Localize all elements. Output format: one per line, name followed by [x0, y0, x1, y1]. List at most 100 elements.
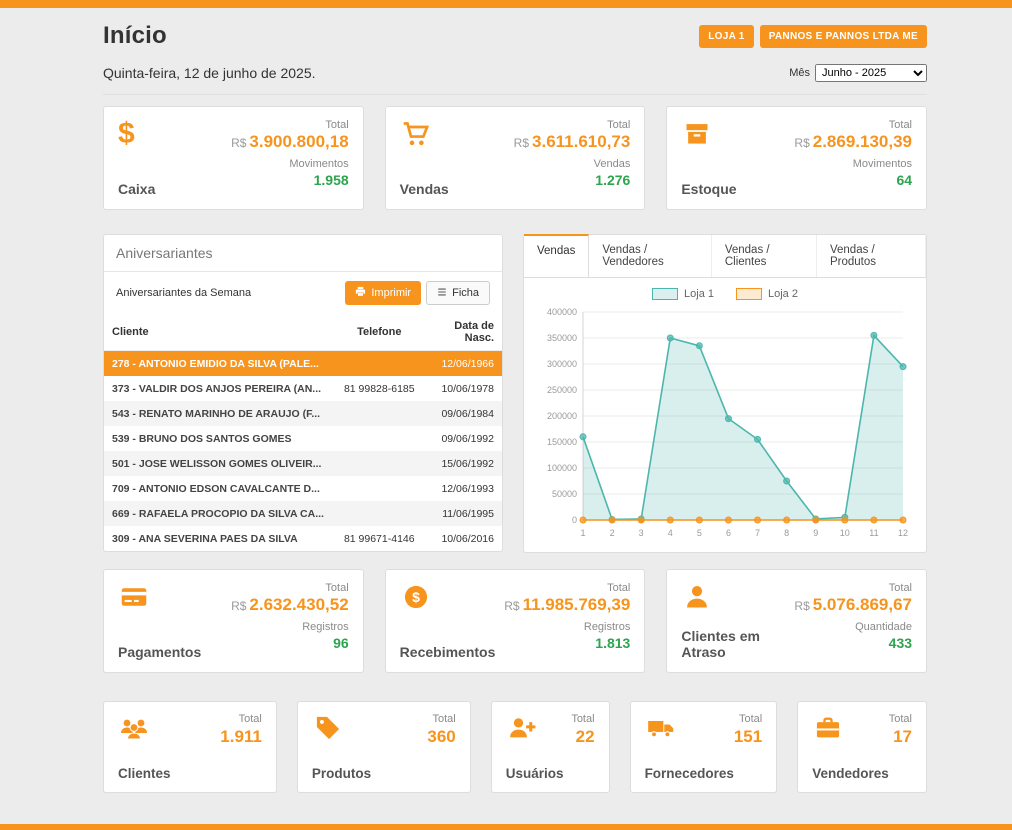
tab-vendas-produtos[interactable]: Vendas / Produtos: [817, 235, 926, 277]
metric-label: Movimentos: [794, 158, 912, 170]
coin-icon: $: [400, 582, 436, 612]
svg-text:$: $: [412, 589, 420, 605]
mini-card-fornecedores: Fornecedores Total 151: [630, 701, 778, 793]
briefcase-icon: [812, 713, 848, 743]
top-accent-bar: [0, 0, 1012, 8]
table-row[interactable]: 539 - BRUNO DOS SANTOS GOMES09/06/1992: [104, 426, 502, 451]
chart-legend: Loja 1 Loja 2: [532, 288, 918, 300]
svg-text:4: 4: [668, 528, 673, 538]
metric-label: Registros: [231, 621, 349, 633]
total-label: Total: [571, 713, 594, 725]
table-row[interactable]: 543 - RENATO MARINHO DE ARAUJO (F...09/0…: [104, 401, 502, 426]
svg-text:7: 7: [755, 528, 760, 538]
metric-value: 96: [231, 635, 349, 651]
svg-text:300000: 300000: [547, 359, 577, 369]
metric-label: Quantidade: [794, 621, 912, 633]
dollar-icon: $: [118, 119, 154, 149]
mini-card-clientes: Clientes Total 1.911: [103, 701, 277, 793]
svg-text:200000: 200000: [547, 411, 577, 421]
kpi-card-estoque: Estoque Total R$2.869.130,39 Movimentos …: [666, 106, 927, 210]
person-icon: [681, 582, 717, 612]
kpi-title: Clientes em Atraso: [681, 628, 794, 660]
mini-title: Produtos: [312, 766, 371, 781]
svg-text:350000: 350000: [547, 333, 577, 343]
mini-title: Vendedores: [812, 766, 889, 781]
metric-label: Registros: [504, 621, 630, 633]
kpi-card-pagamentos: Pagamentos Total R$2.632.430,52 Registro…: [103, 569, 364, 673]
cart-icon: [400, 119, 436, 149]
birthdays-panel: Aniversariantes Aniversariantes da Seman…: [103, 234, 503, 552]
legend-swatch: [736, 288, 762, 300]
table-row[interactable]: 278 - ANTONIO EMIDIO DA SILVA (PALE...12…: [104, 351, 502, 377]
svg-text:100000: 100000: [547, 463, 577, 473]
footer-accent-bar: [0, 824, 1012, 830]
birthdays-panel-title: Aniversariantes: [104, 235, 502, 272]
dashboard: Início LOJA 1 PANNOS E PANNOS LTDA ME Qu…: [103, 8, 927, 793]
page-title: Início: [103, 22, 167, 50]
col-data-nasc: Data de Nasc.: [427, 314, 502, 351]
total-label: Total: [220, 713, 262, 725]
month-label: Mês: [789, 67, 810, 79]
printer-icon: [355, 286, 366, 300]
svg-text:400000: 400000: [547, 307, 577, 317]
kpi-card-clientes-atraso: Clientes em Atraso Total R$5.076.869,67 …: [666, 569, 927, 673]
svg-text:150000: 150000: [547, 437, 577, 447]
tab-vendas-vendedores[interactable]: Vendas / Vendedores: [589, 235, 711, 277]
truck-icon: [645, 713, 681, 743]
svg-text:10: 10: [840, 528, 850, 538]
kpi-amount: R$2.869.130,39: [794, 132, 912, 152]
tab-vendas-clientes[interactable]: Vendas / Clientes: [712, 235, 817, 277]
svg-text:0: 0: [572, 515, 577, 525]
metric-label: Movimentos: [231, 158, 349, 170]
sales-chart: 0500001000001500002000002500003000003500…: [532, 304, 918, 544]
company-button[interactable]: PANNOS E PANNOS LTDA ME: [760, 25, 927, 48]
total-label: Total: [231, 582, 349, 594]
ficha-button[interactable]: Ficha: [426, 281, 490, 305]
mini-value: 22: [571, 727, 594, 747]
table-row[interactable]: 309 - ANA SEVERINA PAES DA SILVA81 99671…: [104, 526, 502, 551]
print-button[interactable]: Imprimir: [345, 281, 421, 305]
tag-icon: [312, 713, 348, 743]
svg-text:11: 11: [869, 528, 878, 538]
user-plus-icon: [506, 713, 542, 743]
kpi-title: Recebimentos: [400, 644, 496, 660]
store-button[interactable]: LOJA 1: [699, 25, 753, 48]
legend-label: Loja 1: [684, 288, 714, 300]
svg-text:12: 12: [898, 528, 908, 538]
total-label: Total: [794, 119, 912, 131]
month-select[interactable]: Junho - 2025: [815, 64, 927, 82]
svg-text:8: 8: [784, 528, 789, 538]
kpi-title: Caixa: [118, 181, 155, 197]
birthdays-table: Cliente Telefone Data de Nasc. 278 - ANT…: [104, 314, 502, 551]
kpi-card-caixa: $ Caixa Total R$3.900.800,18 Movimentos …: [103, 106, 364, 210]
table-row[interactable]: 709 - ANTONIO EDSON CAVALCANTE D...12/06…: [104, 476, 502, 501]
mini-value: 151: [734, 727, 762, 747]
kpi-amount: R$2.632.430,52: [231, 595, 349, 615]
box-icon: [681, 119, 717, 149]
tab-vendas[interactable]: Vendas: [524, 234, 589, 277]
svg-text:50000: 50000: [552, 489, 577, 499]
total-label: Total: [794, 582, 912, 594]
svg-text:2: 2: [610, 528, 615, 538]
metric-value: 1.958: [231, 172, 349, 188]
mini-card-vendedores: Vendedores Total 17: [797, 701, 927, 793]
mini-value: 17: [889, 727, 912, 747]
people-icon: [118, 713, 154, 743]
table-row[interactable]: 501 - JOSE WELISSON GOMES OLIVEIR...15/0…: [104, 451, 502, 476]
metric-value: 433: [794, 635, 912, 651]
table-row[interactable]: 373 - VALDIR DOS ANJOS PEREIRA (AN...81 …: [104, 376, 502, 401]
kpi-amount: R$5.076.869,67: [794, 595, 912, 615]
total-label: Total: [231, 119, 349, 131]
mini-title: Fornecedores: [645, 766, 734, 781]
kpi-card-vendas: Vendas Total R$3.611.610,73 Vendas 1.276: [385, 106, 646, 210]
metric-label: Vendas: [514, 158, 631, 170]
mini-title: Clientes: [118, 766, 171, 781]
table-row[interactable]: 669 - RAFAELA PROCOPIO DA SILVA CA...11/…: [104, 501, 502, 526]
svg-text:1: 1: [580, 528, 585, 538]
chart-tabs: Vendas Vendas / Vendedores Vendas / Clie…: [524, 235, 926, 278]
mini-card-usuarios: Usuários Total 22: [491, 701, 610, 793]
metric-value: 64: [794, 172, 912, 188]
credit-card-icon: [118, 582, 154, 612]
kpi-title: Pagamentos: [118, 644, 201, 660]
total-label: Total: [427, 713, 455, 725]
